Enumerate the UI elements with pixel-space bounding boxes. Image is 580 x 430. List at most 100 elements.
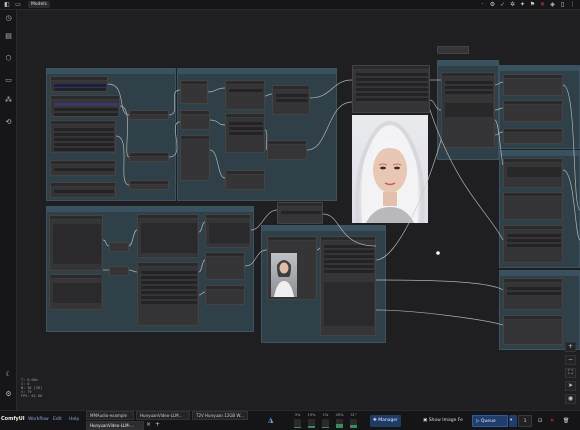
graph-node[interactable] bbox=[129, 110, 169, 120]
graph-node[interactable] bbox=[205, 252, 245, 280]
graph-node[interactable] bbox=[137, 214, 199, 258]
preview-image bbox=[352, 115, 428, 223]
graph-node[interactable] bbox=[352, 65, 430, 113]
select-mode-icon[interactable]: ➤ bbox=[565, 381, 576, 391]
graph-node[interactable] bbox=[225, 80, 265, 110]
graph-node[interactable] bbox=[50, 182, 116, 198]
graph-node[interactable] bbox=[267, 140, 307, 160]
top-bar: ◧ ▭ Models · ⚙ ➶ ✲ ✦ ⚑ ✕ ◈ ▯ ⋮ bbox=[0, 0, 580, 10]
flag-icon[interactable]: ⚑ bbox=[529, 1, 536, 8]
comfy-logo-icon[interactable]: ◧ bbox=[3, 1, 11, 8]
workflow-tab[interactable]: HunyuanVideo-LLM... bbox=[136, 411, 190, 420]
graph-node[interactable] bbox=[225, 113, 265, 153]
queue-history-icon[interactable]: ◷ bbox=[4, 14, 13, 23]
new-tab-icon[interactable]: + bbox=[155, 421, 160, 428]
workflows-icon[interactable]: ▭ bbox=[4, 76, 13, 85]
graph-node[interactable] bbox=[109, 266, 129, 276]
graph-node[interactable] bbox=[129, 152, 169, 162]
menu-workflow[interactable]: Workflow bbox=[28, 417, 49, 422]
graph-node[interactable] bbox=[503, 74, 563, 96]
settings-icon[interactable]: ⚙ bbox=[4, 390, 13, 399]
thumbnail-image bbox=[271, 253, 297, 297]
close-tab-icon[interactable]: × bbox=[146, 421, 151, 428]
graph-node[interactable] bbox=[49, 215, 103, 271]
zoom-out-icon[interactable]: − bbox=[565, 355, 576, 365]
canvas-stats: T: 0.00s I: 0 N: 38 [38] V: 79 FPS: 61.0… bbox=[21, 378, 42, 398]
graph-node[interactable] bbox=[272, 85, 310, 115]
sparkle-icon[interactable]: ✦ bbox=[519, 1, 526, 8]
batch-count-input[interactable]: 1 bbox=[518, 415, 532, 427]
graph-node[interactable] bbox=[180, 110, 210, 130]
menu-edit[interactable]: Edit bbox=[53, 417, 62, 422]
cancel-icon[interactable]: ✕ bbox=[547, 415, 557, 427]
gpu-meter: 1% bbox=[320, 413, 331, 429]
model-library-icon[interactable]: ⬡ bbox=[4, 54, 13, 63]
more-icon[interactable]: ⋮ bbox=[569, 1, 576, 8]
link-visibility-icon[interactable]: ◉ bbox=[565, 394, 576, 404]
stop-icon[interactable]: ⊡ bbox=[535, 415, 545, 427]
show-image-feed-button[interactable]: ▣ Show Image Fe bbox=[420, 415, 466, 427]
top-right-toolbar: · ⚙ ➶ ✲ ✦ ⚑ ✕ ◈ ▯ ⋮ bbox=[479, 1, 576, 8]
canvas-controls: + − ⛶ ➤ ◉ bbox=[565, 342, 576, 404]
graph-node[interactable] bbox=[205, 214, 251, 248]
vram-meter: 45% bbox=[334, 413, 345, 429]
graph-node[interactable] bbox=[50, 95, 120, 117]
graph-node[interactable] bbox=[441, 72, 495, 148]
queue-dropdown-icon[interactable]: ▾ bbox=[509, 415, 517, 427]
workflow-tab[interactable]: T2V Hunyuan 12GB W... bbox=[192, 411, 248, 420]
node-library-icon[interactable]: ▤ bbox=[4, 32, 13, 41]
graph-node[interactable] bbox=[50, 76, 108, 92]
fit-view-icon[interactable]: ⛶ bbox=[565, 368, 576, 378]
graph-node[interactable] bbox=[503, 100, 563, 122]
graph-node[interactable] bbox=[109, 242, 129, 252]
graph-node[interactable] bbox=[267, 236, 317, 300]
graph-node[interactable] bbox=[503, 278, 563, 310]
graph-node[interactable] bbox=[50, 120, 116, 153]
zoom-in-icon[interactable]: + bbox=[565, 342, 576, 352]
graph-node[interactable] bbox=[503, 128, 563, 144]
settings-icon[interactable]: ⚙ bbox=[489, 1, 496, 8]
status-dot bbox=[436, 251, 440, 255]
menu-help[interactable]: Help bbox=[69, 417, 79, 422]
manager-button[interactable]: ✚ Manager bbox=[370, 415, 401, 427]
graph-node[interactable] bbox=[225, 170, 265, 190]
graph-node[interactable] bbox=[437, 46, 469, 54]
workflow-tab-active[interactable]: HunyuanVideo-LLM-... bbox=[86, 421, 144, 430]
graph-node[interactable] bbox=[503, 225, 563, 263]
templates-icon[interactable]: ⁂ bbox=[4, 96, 13, 105]
graph-node[interactable] bbox=[50, 160, 116, 176]
graph-node[interactable] bbox=[180, 135, 210, 181]
graph-node[interactable] bbox=[503, 158, 563, 188]
left-sidebar: ◷ ▤ ⬡ ▭ ⁂ ⟲ ☾ ⚙ bbox=[0, 10, 17, 410]
cpu-meter: 3% bbox=[292, 413, 303, 429]
comfyui-app: ◧ ▭ Models · ⚙ ➶ ✲ ✦ ⚑ ✕ ◈ ▯ ⋮ ◷ ▤ ⬡ ▭ ⁂… bbox=[0, 0, 580, 430]
rocket-icon[interactable]: ➶ bbox=[499, 1, 506, 8]
graph-node[interactable] bbox=[503, 192, 563, 220]
graph-node[interactable] bbox=[49, 274, 103, 310]
sidebar-toggle-icon[interactable]: ▯ bbox=[559, 1, 566, 8]
bug-icon[interactable]: ✲ bbox=[509, 1, 516, 8]
bottom-bar: ComfyUI Workflow Edit Help MMAudio-examp… bbox=[0, 410, 580, 430]
ram-meter: 19% bbox=[306, 413, 317, 429]
dot-icon[interactable]: · bbox=[479, 1, 486, 8]
comfy-logo-icon[interactable]: ◮ bbox=[268, 416, 273, 424]
graph-node[interactable] bbox=[320, 236, 376, 336]
graph-node[interactable] bbox=[137, 262, 199, 326]
graph-node[interactable] bbox=[205, 285, 245, 305]
graph-node[interactable] bbox=[129, 180, 169, 190]
theme-toggle-icon[interactable]: ☾ bbox=[4, 370, 13, 379]
graph-node[interactable] bbox=[503, 315, 563, 345]
sync-icon[interactable]: ⟲ bbox=[4, 118, 13, 127]
stat-line: FPS: 61.00 bbox=[21, 394, 43, 398]
workflow-tab[interactable]: MMAudio-example bbox=[86, 411, 134, 420]
node-graph-canvas[interactable] bbox=[17, 10, 580, 410]
graph-node[interactable] bbox=[277, 202, 323, 224]
graph-node[interactable] bbox=[180, 80, 208, 104]
app-logo[interactable]: ComfyUI bbox=[1, 416, 25, 422]
queue-button[interactable]: ▷ Queue bbox=[472, 415, 508, 427]
folder-icon[interactable]: ▭ bbox=[14, 1, 22, 8]
diamond-icon[interactable]: ◈ bbox=[549, 1, 556, 8]
models-tab[interactable]: Models bbox=[28, 1, 50, 8]
trash-icon[interactable]: 🗑 bbox=[560, 415, 572, 427]
close-icon[interactable]: ✕ bbox=[539, 1, 546, 8]
